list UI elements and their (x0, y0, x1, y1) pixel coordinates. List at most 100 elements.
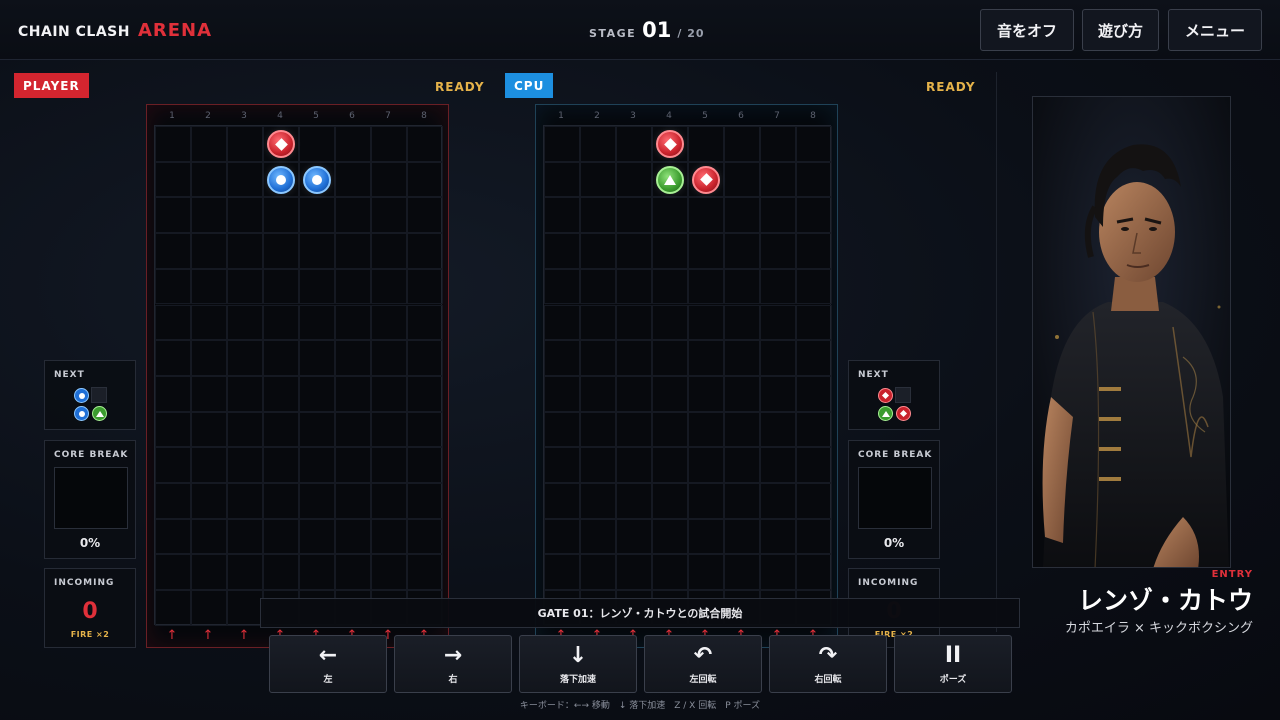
grid-cell (155, 590, 191, 626)
grid-cell (155, 411, 191, 448)
grid-cell (544, 126, 580, 162)
diamond-icon (881, 391, 890, 400)
grid-cell (688, 375, 724, 412)
grid-cell (371, 340, 407, 376)
grid-cell (299, 483, 335, 519)
grid-cell (688, 304, 724, 341)
grid-cell (299, 447, 335, 483)
grid-cell (155, 340, 191, 376)
control-label: 左回転 (689, 674, 717, 685)
grid-cell (191, 483, 227, 519)
grid-cell (688, 447, 724, 483)
menu-button[interactable]: メニュー (1168, 9, 1262, 51)
grid-cell (580, 375, 616, 412)
grid-cell (299, 411, 335, 448)
grid-cell (544, 233, 580, 269)
control-label: 右回転 (814, 674, 842, 685)
grid-cell (263, 233, 299, 269)
rotate-left-button[interactable]: ↶ 左回転 (644, 635, 762, 693)
grid-cell (155, 554, 191, 591)
column-arrow-icon: ↑ (166, 628, 178, 643)
grid-cell (760, 447, 796, 483)
column-numbers: 1 2 3 4 5 6 7 8 (147, 111, 448, 125)
game-logo: CHAIN CLASH ARENA (18, 20, 212, 41)
move-right-button[interactable]: → 右 (394, 635, 512, 693)
how-to-play-button[interactable]: 遊び方 (1082, 9, 1159, 51)
grid-cell (580, 554, 616, 591)
incoming-label: INCOMING (54, 578, 115, 588)
grid-cell (371, 304, 407, 341)
next-piece-green (92, 406, 107, 421)
column-arrow-icon: ↑ (238, 628, 250, 643)
next-label: NEXT (54, 370, 85, 380)
grid-cell (227, 340, 263, 376)
player-grid (154, 125, 443, 626)
grid-cell (760, 161, 796, 198)
grid-cell (796, 197, 832, 234)
grid-cell (580, 268, 616, 305)
stage-number: 01 (642, 18, 672, 42)
move-left-button[interactable]: ← 左 (269, 635, 387, 693)
next-piece-green (878, 406, 893, 421)
control-label: 右 (448, 674, 458, 685)
grid-cell (155, 518, 191, 555)
grid-cell (155, 447, 191, 483)
rotate-right-icon: ↷ (818, 642, 838, 668)
sound-off-button[interactable]: 音をオフ (980, 9, 1074, 51)
triangle-icon (881, 410, 890, 417)
grid-cell (652, 554, 688, 591)
grid-cell (227, 375, 263, 412)
pause-button[interactable]: II ポーズ (894, 635, 1012, 693)
character-fighting-style: カポエイラ × キックボクシング (1064, 621, 1253, 636)
player-next-panel: NEXT (44, 360, 136, 430)
grid-cell (227, 197, 263, 234)
grid-cell (155, 197, 191, 234)
grid-cell (299, 304, 335, 341)
grid-cell (299, 197, 335, 234)
grid-cell (407, 518, 443, 555)
grid-cell (688, 411, 724, 448)
grid-cell (616, 197, 652, 234)
grid-cell (652, 483, 688, 519)
grid-cell (263, 197, 299, 234)
grid-cell (724, 233, 760, 269)
grid-cell (760, 554, 796, 591)
grid-cell (371, 483, 407, 519)
grid-cell (724, 340, 760, 376)
grid-cell (796, 518, 832, 555)
grid-cell (263, 447, 299, 483)
grid-cell (191, 304, 227, 341)
grid-cell (616, 375, 652, 412)
grid-cell (191, 554, 227, 591)
grid-cell (760, 518, 796, 555)
grid-cell (371, 375, 407, 412)
grid-cell (544, 375, 580, 412)
circle-icon (78, 410, 85, 417)
grid-cell (371, 518, 407, 555)
brand-accent: ARENA (137, 20, 213, 41)
soft-drop-button[interactable]: ↓ 落下加速 (519, 635, 637, 693)
grid-cell (407, 340, 443, 376)
grid-cell (263, 518, 299, 555)
grid-cell (335, 411, 371, 448)
cpu-badge: CPU (505, 73, 554, 98)
diamond-icon (899, 409, 908, 418)
rotate-right-button[interactable]: ↷ 右回転 (769, 635, 887, 693)
column-number: 8 (810, 111, 816, 121)
grid-cell (688, 340, 724, 376)
grid-cell (227, 590, 263, 626)
core-break-value: 0% (883, 536, 905, 550)
triangle-icon (95, 410, 104, 417)
grid-cell (580, 233, 616, 269)
diamond-icon (663, 137, 677, 151)
column-number: 2 (205, 111, 211, 121)
grid-cell (263, 304, 299, 341)
grid-cell (616, 340, 652, 376)
grid-cell (227, 518, 263, 555)
grid-cell (299, 518, 335, 555)
fighter-illustration (1033, 97, 1230, 567)
grid-cell (407, 483, 443, 519)
stage-indicator: STAGE 01 / 20 (589, 18, 705, 42)
grid-cell (544, 554, 580, 591)
grid-cell (191, 233, 227, 269)
